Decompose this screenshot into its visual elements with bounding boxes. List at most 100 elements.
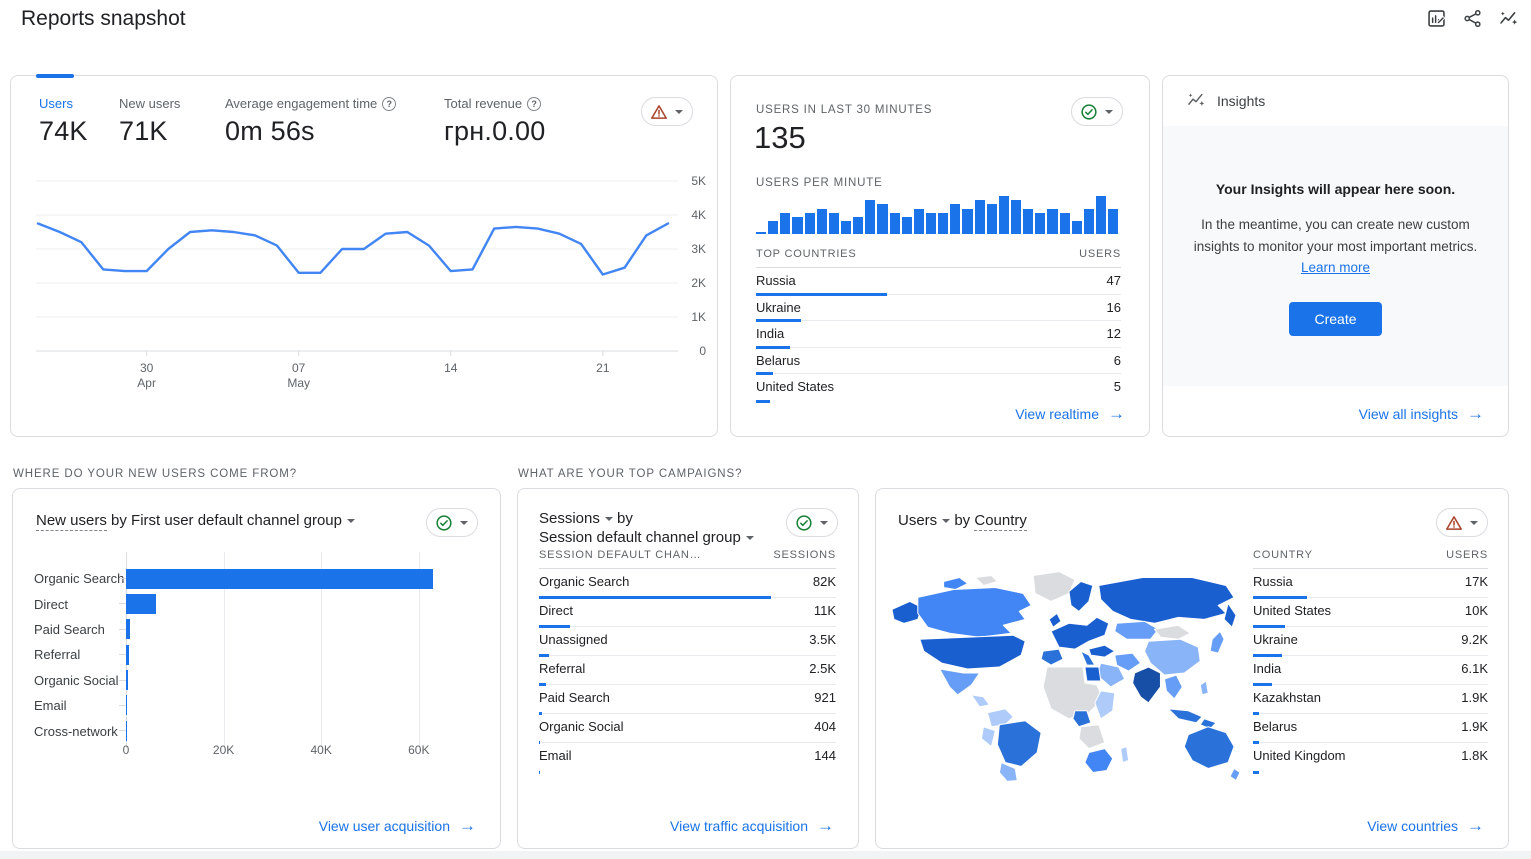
axis-tick-label: 60K bbox=[408, 743, 429, 757]
users-last-30min-value: 135 bbox=[754, 120, 806, 156]
sessions-table: SESSION DEFAULT CHAN… SESSIONS Organic S… bbox=[539, 549, 836, 772]
minute-bar bbox=[1072, 221, 1082, 234]
row-value: 5 bbox=[1114, 379, 1121, 394]
metric-value: 74K bbox=[39, 116, 88, 147]
chevron-down-icon[interactable] bbox=[605, 517, 613, 521]
help-icon[interactable]: ? bbox=[527, 97, 541, 111]
world-map bbox=[884, 565, 1242, 789]
view-traffic-acquisition-link[interactable]: View traffic acquisition→ bbox=[670, 817, 834, 834]
metric-selector[interactable]: Users bbox=[898, 512, 937, 529]
section-title-new-users: WHERE DO YOUR NEW USERS COME FROM? bbox=[13, 468, 297, 480]
metric-tabs: Users74K New users71K Average engagement t… bbox=[11, 96, 717, 166]
dimension-selector[interactable]: Session default channel group bbox=[539, 529, 741, 546]
row-value: 3.5K bbox=[809, 632, 836, 647]
view-countries-link[interactable]: View countries→ bbox=[1367, 817, 1484, 834]
row-label: Russia bbox=[1253, 574, 1293, 589]
view-all-insights-link[interactable]: View all insights→ bbox=[1359, 405, 1484, 422]
svg-text:4K: 4K bbox=[691, 208, 706, 222]
bar-chart-labels: Organic SearchDirectPaid SearchReferralO… bbox=[34, 566, 126, 744]
metric-tab-new-users[interactable]: New users71K bbox=[119, 96, 180, 147]
row-value: 6.1K bbox=[1461, 661, 1488, 676]
data-quality-pill[interactable] bbox=[786, 508, 838, 537]
metric-tab-average-engagement-time[interactable]: Average engagement time?0m 56s bbox=[225, 96, 396, 147]
row-value: 1.9K bbox=[1461, 690, 1488, 705]
bar-row bbox=[126, 693, 492, 718]
table-row: Unassigned3.5K bbox=[539, 627, 836, 656]
insights-headline: Your Insights will appear here soon. bbox=[1163, 181, 1508, 197]
table-header: TOP COUNTRIES USERS bbox=[756, 248, 1121, 268]
check-icon bbox=[1080, 103, 1098, 121]
campaigns-card: Sessions by Session default channel grou… bbox=[517, 488, 859, 849]
metric-selector[interactable]: New users bbox=[36, 512, 107, 531]
metric-value: 71K bbox=[119, 116, 180, 147]
arrow-right-icon: → bbox=[1467, 817, 1484, 834]
chevron-down-icon bbox=[820, 521, 828, 525]
table-row: Organic Social404 bbox=[539, 714, 836, 743]
bar bbox=[126, 569, 433, 589]
help-icon[interactable]: ? bbox=[382, 97, 396, 111]
data-quality-pill[interactable] bbox=[426, 508, 478, 537]
realtime-card: USERS IN LAST 30 MINUTES 135 USERS PER M… bbox=[730, 75, 1150, 437]
chart-title: Users by Country bbox=[898, 511, 1027, 530]
chevron-down-icon bbox=[675, 110, 683, 114]
data-quality-pill[interactable] bbox=[1436, 508, 1488, 537]
table-row: Referral2.5K bbox=[539, 656, 836, 685]
realtime-top-countries-table: TOP COUNTRIES USERS Russia47Ukraine16Ind… bbox=[756, 248, 1121, 401]
reports-snapshot-page: Reports snapshot Users74KNew users71KAve… bbox=[0, 0, 1531, 859]
bar-row bbox=[126, 642, 492, 667]
view-user-acquisition-link[interactable]: View user acquisition→ bbox=[319, 817, 476, 834]
row-value: 47 bbox=[1107, 273, 1121, 288]
share-icon[interactable] bbox=[1461, 7, 1483, 29]
svg-text:2K: 2K bbox=[691, 276, 706, 290]
bar-chart-plot bbox=[126, 566, 492, 744]
minute-bar bbox=[999, 196, 1009, 234]
chevron-down-icon[interactable] bbox=[347, 519, 355, 523]
minute-bar bbox=[792, 217, 802, 234]
svg-text:May: May bbox=[287, 376, 310, 390]
data-quality-pill[interactable] bbox=[641, 97, 693, 126]
view-realtime-link[interactable]: View realtime→ bbox=[1015, 405, 1125, 422]
chevron-down-icon[interactable] bbox=[746, 536, 754, 540]
row-label: United States bbox=[756, 379, 834, 394]
create-insight-button[interactable]: Create bbox=[1289, 302, 1381, 336]
table-row: United States10K bbox=[1253, 598, 1488, 627]
insights-header: Insights bbox=[1163, 76, 1508, 126]
axis-tick-label: 20K bbox=[213, 743, 234, 757]
minute-bar bbox=[768, 221, 778, 234]
users-by-country-card: Users by Country COUNTRY USERS Russia17K… bbox=[875, 488, 1509, 849]
table-row: Russia17K bbox=[1253, 569, 1488, 598]
dimension-selector[interactable]: Country bbox=[974, 512, 1027, 531]
data-quality-pill[interactable] bbox=[1071, 97, 1123, 126]
metric-tab-users[interactable]: Users74K bbox=[39, 96, 88, 147]
minute-bar bbox=[1060, 213, 1070, 234]
customize-report-icon[interactable] bbox=[1425, 7, 1447, 29]
table-row: Belarus1.9K bbox=[1253, 714, 1488, 743]
minute-bar bbox=[805, 213, 815, 234]
table-rows: Organic Search82KDirect11KUnassigned3.5K… bbox=[539, 569, 836, 772]
axis-tick-label: 0 bbox=[123, 743, 130, 757]
row-value: 10K bbox=[1465, 603, 1488, 618]
bar-row bbox=[126, 718, 492, 743]
dimension-label: by First user default channel group bbox=[111, 512, 342, 529]
minute-bar bbox=[817, 209, 827, 234]
row-value: 404 bbox=[814, 719, 836, 734]
learn-more-link[interactable]: Learn more bbox=[1301, 260, 1370, 275]
table-row: Kazakhstan1.9K bbox=[1253, 685, 1488, 714]
metric-label: Average engagement time? bbox=[225, 96, 396, 111]
row-value: 6 bbox=[1114, 353, 1121, 368]
metric-tab-total-revenue[interactable]: Total revenue?грн.0.00 bbox=[444, 96, 545, 147]
category-label: Direct bbox=[34, 591, 126, 616]
chevron-down-icon[interactable] bbox=[942, 519, 950, 523]
metric-selector[interactable]: Sessions bbox=[539, 510, 600, 527]
row-label: Ukraine bbox=[1253, 632, 1298, 647]
section-title-campaigns: WHAT ARE YOUR TOP CAMPAIGNS? bbox=[518, 468, 742, 480]
check-icon bbox=[435, 514, 453, 532]
minute-bar bbox=[890, 213, 900, 234]
minute-bar bbox=[877, 204, 887, 234]
page-footer-strip bbox=[0, 851, 1531, 859]
bar bbox=[126, 670, 128, 690]
column-header: SESSIONS bbox=[773, 549, 836, 561]
insights-icon[interactable] bbox=[1497, 7, 1519, 29]
table-row: Ukraine16 bbox=[756, 295, 1121, 322]
minute-bar bbox=[1108, 209, 1118, 234]
